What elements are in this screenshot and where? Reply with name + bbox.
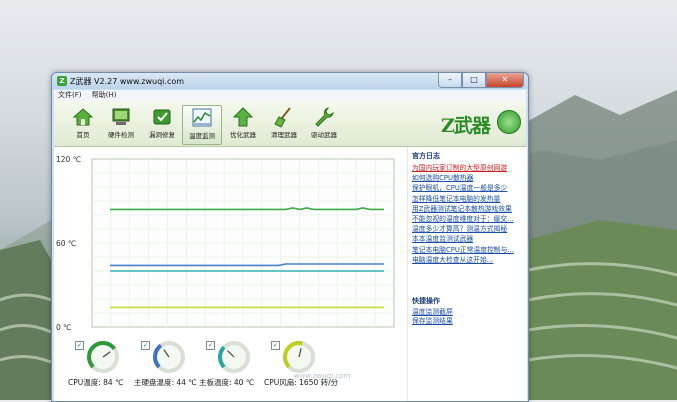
temperature-chart: 0 ℃ 60 ℃ 120 ℃	[56, 155, 395, 332]
main-toolbar: 首页 硬件检测 漏洞修复 温度监测 优化武器 清理武器 驱动武器 Z武器	[54, 101, 526, 147]
news-link[interactable]: 不能忽视的温度维度对于：缓交...	[412, 214, 526, 224]
sensor-checkbox[interactable]: ✓	[206, 341, 215, 350]
quick-actions-list: 温度监测截屏 保存监测结果	[412, 308, 526, 326]
tool-label-hardware: 硬件检测	[108, 131, 134, 139]
brand-logo: Z武器	[437, 107, 523, 139]
app-window: Z Z武器 V2.27 www.zwuqi.com – □ ✕ 文件(F) 帮助…	[51, 72, 529, 402]
quick-action-link[interactable]: 温度监测截屏	[412, 308, 526, 317]
sensor-gauge: ✓ CPU风扇: 1650 转/分	[264, 337, 338, 397]
upload-arrow-icon	[232, 107, 254, 127]
sensor-checkbox[interactable]: ✓	[271, 341, 280, 350]
news-link[interactable]: 温度多少才算高？测温方式揭秘	[412, 224, 526, 234]
gauge-label: CPU风扇: 1650 转/分	[264, 378, 339, 387]
quick-action-link[interactable]: 保存监测结果	[412, 317, 526, 326]
minimize-button[interactable]: –	[438, 73, 462, 88]
window-title: Z武器 V2.27 www.zwuqi.com	[70, 77, 185, 86]
news-link[interactable]: 保护眼机，CPU温度一般是多少	[412, 183, 526, 193]
home-icon	[72, 108, 94, 126]
gauge-dial-icon	[153, 341, 185, 373]
news-title: 官方日志	[412, 152, 440, 160]
news-link[interactable]: 电脑温度大检查从这开始...	[412, 255, 526, 265]
tool-home[interactable]: 首页	[64, 105, 102, 143]
tool-label-clean: 清理武器	[271, 131, 297, 139]
tool-label-temperature: 温度监测	[189, 132, 215, 140]
temperature-monitor-icon	[192, 108, 212, 127]
news-link[interactable]: 为国内玩家订制的大型原创网游	[412, 163, 526, 173]
news-link[interactable]: 本本温度监测试武器	[412, 234, 526, 244]
window-controls: – □ ✕	[438, 73, 524, 88]
sensor-gauge: ✓ CPU温度: 84 ℃	[68, 337, 138, 397]
tool-label-driver: 驱动武器	[311, 131, 337, 139]
y-tick-label: 0 ℃	[56, 323, 72, 332]
app-icon: Z	[57, 76, 67, 86]
sensor-gauge: ✓ 主板温度: 40 ℃	[199, 337, 269, 397]
news-link[interactable]: 用Z武器测试笔记本散热游戏效果	[412, 204, 526, 214]
tool-driver[interactable]: 驱动武器	[305, 105, 343, 143]
tool-temperature[interactable]: 温度监测	[182, 105, 222, 145]
tool-clean[interactable]: 清理武器	[265, 105, 303, 143]
patch-icon	[153, 109, 171, 125]
menu-bar: 文件(F) 帮助(H)	[54, 90, 526, 101]
gauge-dial-icon	[87, 341, 119, 373]
sensor-checkbox[interactable]: ✓	[141, 341, 150, 350]
close-button[interactable]: ✕	[486, 73, 524, 88]
title-bar[interactable]: Z Z武器 V2.27 www.zwuqi.com – □ ✕	[52, 73, 528, 89]
news-link[interactable]: 笔记本电脑CPU正常温度控制与...	[412, 245, 526, 255]
menu-file[interactable]: 文件(F)	[54, 90, 86, 101]
sidebar: 官方日志 为国内玩家订制的大型原创网游 如何选购CPU散热器 保护眼机，CPU温度一…	[407, 147, 527, 401]
brand-name: Z武器	[441, 115, 491, 137]
tool-patch[interactable]: 漏洞修复	[143, 105, 181, 143]
tool-hardware[interactable]: 硬件检测	[102, 105, 140, 143]
hardware-icon	[112, 108, 130, 125]
maximize-button[interactable]: □	[462, 73, 486, 88]
news-link[interactable]: 怎样降低笔记本电脑的发热量	[412, 194, 526, 204]
sensor-checkbox[interactable]: ✓	[75, 341, 84, 350]
broom-icon	[274, 107, 291, 128]
client-area: 首页 硬件检测 漏洞修复 温度监测 优化武器 清理武器 驱动武器 Z武器 0 ℃…	[54, 101, 527, 401]
quick-actions-title: 快捷操作	[412, 297, 440, 305]
news-link[interactable]: 如何选购CPU散热器	[412, 173, 526, 183]
y-tick-label: 120 ℃	[56, 155, 81, 164]
tool-label-home: 首页	[76, 131, 90, 139]
gauge-dial-icon	[218, 341, 251, 373]
news-list: 为国内玩家订制的大型原创网游 如何选购CPU散热器 保护眼机，CPU温度一般是多少怎…	[412, 163, 526, 265]
tool-optimize[interactable]: 优化武器	[224, 105, 262, 143]
temperature-chart-panel: 0 ℃ 60 ℃ 120 ℃ www.zwuqi.com ✓ CPU温度: 84 ℃ ✓…	[54, 147, 406, 401]
y-tick-label: 60 ℃	[56, 239, 76, 248]
sensor-gauges: ✓ CPU温度: 84 ℃ ✓ 主硬盘温度: 44 ℃ ✓ 主板温度: 40 ℃ ✓ CPU风…	[68, 337, 398, 397]
tool-label-optimize: 优化武器	[230, 131, 256, 139]
gauge-dial-icon	[283, 341, 315, 373]
wrench-icon	[315, 107, 334, 127]
tool-label-patch: 漏洞修复	[149, 131, 175, 139]
monitor-logo-icon	[497, 110, 521, 134]
menu-help[interactable]: 帮助(H)	[88, 90, 121, 101]
sensor-gauge: ✓ 主硬盘温度: 44 ℃	[134, 337, 204, 397]
